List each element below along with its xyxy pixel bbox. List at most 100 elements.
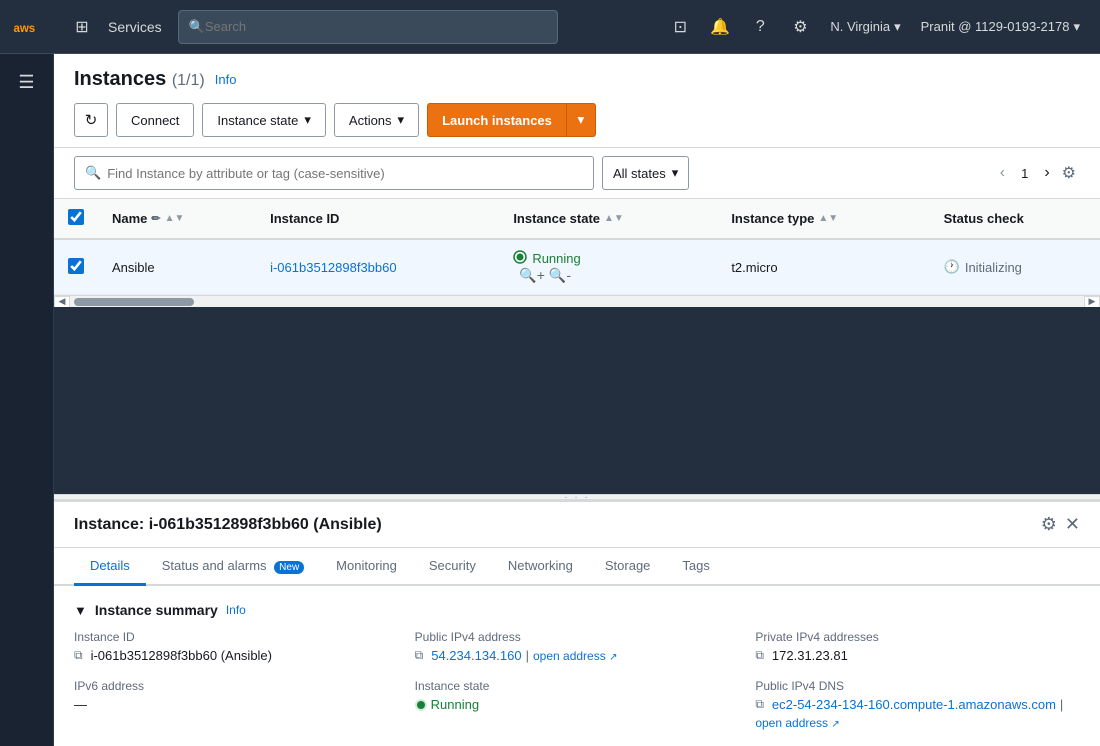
instance-state-button[interactable]: Instance state ▾ <box>202 103 325 137</box>
public-ipv4-value-row: ⧉ 54.234.134.160 | open address ↗ <box>415 648 740 663</box>
public-ipv4-value[interactable]: 54.234.134.160 <box>431 648 521 663</box>
ipv6-value: — <box>74 697 87 712</box>
copy-icon-dns[interactable]: ⧉ <box>755 697 764 712</box>
search-input[interactable] <box>107 166 583 181</box>
table-settings-button[interactable]: ⚙ <box>1058 159 1080 187</box>
table-header-row: Name ✏ ▲▼ Instance ID <box>54 199 1100 239</box>
launch-label: Launch instances <box>442 113 552 128</box>
row-checkbox-cell <box>54 239 98 295</box>
zoom-in-icon[interactable]: 🔍+ <box>519 267 545 284</box>
sidebar: ☰ <box>0 54 54 746</box>
row-status-check: 🕐 Initializing <box>930 239 1100 295</box>
connect-button[interactable]: Connect <box>116 103 194 137</box>
row-checkbox[interactable] <box>68 258 84 274</box>
scrollbar-thumb[interactable] <box>74 298 194 306</box>
status-check-value: 🕐 Initializing <box>944 259 1086 275</box>
instance-type-value: t2.micro <box>731 260 777 275</box>
tab-tags[interactable]: Tags <box>666 548 725 586</box>
detail-public-dns: Public IPv4 DNS ⧉ ec2-54-234-134-160.com… <box>755 679 1080 730</box>
external-link-icon: ↗ <box>609 652 617 663</box>
tab-details[interactable]: Details <box>74 548 146 586</box>
copy-icon-private[interactable]: ⧉ <box>755 648 764 663</box>
grid-icon-button[interactable]: ⊞ <box>64 9 100 45</box>
tab-badge: New <box>274 561 304 574</box>
open-address-label: open address <box>533 649 606 663</box>
open-address-link-2[interactable]: open address ↗ <box>755 716 839 730</box>
summary-info-link[interactable]: Info <box>226 603 246 617</box>
instance-state-field-label: Instance state <box>415 679 740 693</box>
instance-name: Ansible <box>112 260 155 275</box>
copy-icon[interactable]: ⧉ <box>74 648 83 663</box>
services-nav[interactable]: Services <box>108 19 162 35</box>
svg-text:aws: aws <box>13 23 35 35</box>
actions-button[interactable]: Actions ▾ <box>334 103 419 137</box>
col-name-sort-icon[interactable]: ▲▼ <box>165 213 185 224</box>
nav-search-input[interactable] <box>205 19 547 34</box>
table-scrollbar[interactable]: ◀ ▶ <box>54 295 1100 307</box>
copy-icon-ipv4[interactable]: ⧉ <box>415 648 424 663</box>
edit-icon[interactable]: ✏ <box>151 212 160 225</box>
open-address-link[interactable]: open address ↗ <box>533 649 617 663</box>
public-dns-value[interactable]: ec2-54-234-134-160.compute-1.amazonaws.c… <box>772 697 1056 712</box>
tab-monitoring[interactable]: Monitoring <box>320 548 413 586</box>
nav-icon-settings[interactable]: ⚙ <box>782 9 818 45</box>
instances-table: Name ✏ ▲▼ Instance ID <box>54 199 1100 295</box>
refresh-button[interactable]: ↻ <box>74 103 108 137</box>
launch-instances-button[interactable]: Launch instances <box>427 103 566 137</box>
col-state-sort-icon[interactable]: ▲▼ <box>604 213 624 224</box>
page-title: Instances (1/1) <box>74 68 205 91</box>
account-label: Pranit @ 1129-0193-2178 <box>921 19 1070 34</box>
services-label: Services <box>108 19 162 35</box>
region-label: N. Virginia <box>830 19 890 34</box>
select-all-header <box>54 199 98 239</box>
nav-icon-help[interactable]: ? <box>742 9 778 45</box>
nav-icon-screen[interactable]: ⊡ <box>662 9 698 45</box>
prev-page-button[interactable]: ‹ <box>996 160 1009 186</box>
scroll-left-btn[interactable]: ◀ <box>54 296 70 308</box>
collapse-icon[interactable]: ▼ <box>74 603 87 618</box>
info-link[interactable]: Info <box>215 72 237 87</box>
nav-icon-bell[interactable]: 🔔 <box>702 9 738 45</box>
col-instance-type: Instance type ▲▼ <box>717 199 929 239</box>
nav-search-box[interactable]: 🔍 <box>178 10 558 44</box>
select-all-checkbox[interactable] <box>68 209 84 225</box>
search-box[interactable]: 🔍 <box>74 156 594 190</box>
chevron-down-icon: ▾ <box>894 19 901 35</box>
search-icon: 🔍 <box>189 19 205 35</box>
tab-security[interactable]: Security <box>413 548 492 586</box>
tab-status-label: Status and alarms <box>162 558 267 573</box>
instance-id-link[interactable]: i-061b3512898f3bb60 <box>270 260 397 275</box>
zoom-out-icon[interactable]: 🔍- <box>549 267 571 284</box>
detail-panel: Instance: i-061b3512898f3bb60 (Ansible) … <box>54 500 1100 746</box>
detail-public-ipv4: Public IPv4 address ⧉ 54.234.134.160 | o… <box>415 630 740 663</box>
private-ipv4-value: 172.31.23.81 <box>772 648 848 663</box>
scroll-right-btn[interactable]: ▶ <box>1084 296 1100 308</box>
public-dns-label: Public IPv4 DNS <box>755 679 1080 693</box>
detail-instance-id: Instance ID ⧉ i-061b3512898f3bb60 (Ansib… <box>74 630 399 663</box>
page-number: 1 <box>1013 166 1036 181</box>
actions-label: Actions <box>349 113 392 128</box>
aws-logo[interactable]: aws <box>12 9 48 45</box>
table-row[interactable]: Ansible i-061b3512898f3bb60 Ru <box>54 239 1100 295</box>
chevron-down-icon: ▾ <box>1073 19 1080 35</box>
tab-storage[interactable]: Storage <box>589 548 667 586</box>
external-link-icon-2: ↗ <box>831 719 839 730</box>
next-page-button[interactable]: › <box>1040 160 1053 186</box>
launch-instances-dropdown[interactable]: ▾ <box>566 103 596 137</box>
tab-status-alarms[interactable]: Status and alarms New <box>146 548 320 586</box>
tab-networking[interactable]: Networking <box>492 548 589 586</box>
detail-instance-state: Instance state Running <box>415 679 740 730</box>
main-area: ☰ Instances (1/1) Info ↻ Connect <box>0 54 1100 746</box>
nav-region[interactable]: N. Virginia ▾ <box>822 15 908 39</box>
row-type: t2.micro <box>717 239 929 295</box>
col-instance-id: Instance ID <box>256 199 499 239</box>
nav-account[interactable]: Pranit @ 1129-0193-2178 ▾ <box>913 15 1088 39</box>
instances-title-row: Instances (1/1) Info <box>74 68 1080 91</box>
states-dropdown[interactable]: All states ▾ <box>602 156 689 190</box>
detail-close-button[interactable]: ✕ <box>1065 514 1080 535</box>
col-type-sort-icon[interactable]: ▲▼ <box>818 213 838 224</box>
col-name-label: Name <box>112 211 147 226</box>
detail-settings-button[interactable]: ⚙ <box>1041 514 1057 535</box>
empty-area <box>54 307 1100 494</box>
sidebar-menu-button[interactable]: ☰ <box>7 62 47 102</box>
